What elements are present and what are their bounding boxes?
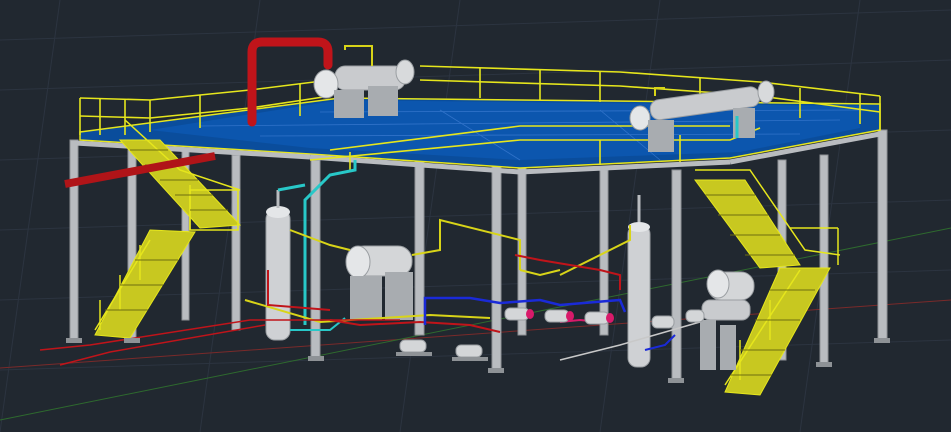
- pump-4: [544, 309, 574, 323]
- horizontal-drum-center: [345, 245, 413, 320]
- pump-1: [396, 339, 432, 356]
- pump-2: [452, 344, 488, 361]
- pump-5: [584, 311, 614, 325]
- model-canvas[interactable]: [0, 0, 951, 432]
- cad-3d-viewport[interactable]: [0, 0, 951, 432]
- background-grid: [0, 0, 951, 432]
- pump-3: [504, 307, 534, 321]
- vertical-vessel-left: [265, 190, 291, 341]
